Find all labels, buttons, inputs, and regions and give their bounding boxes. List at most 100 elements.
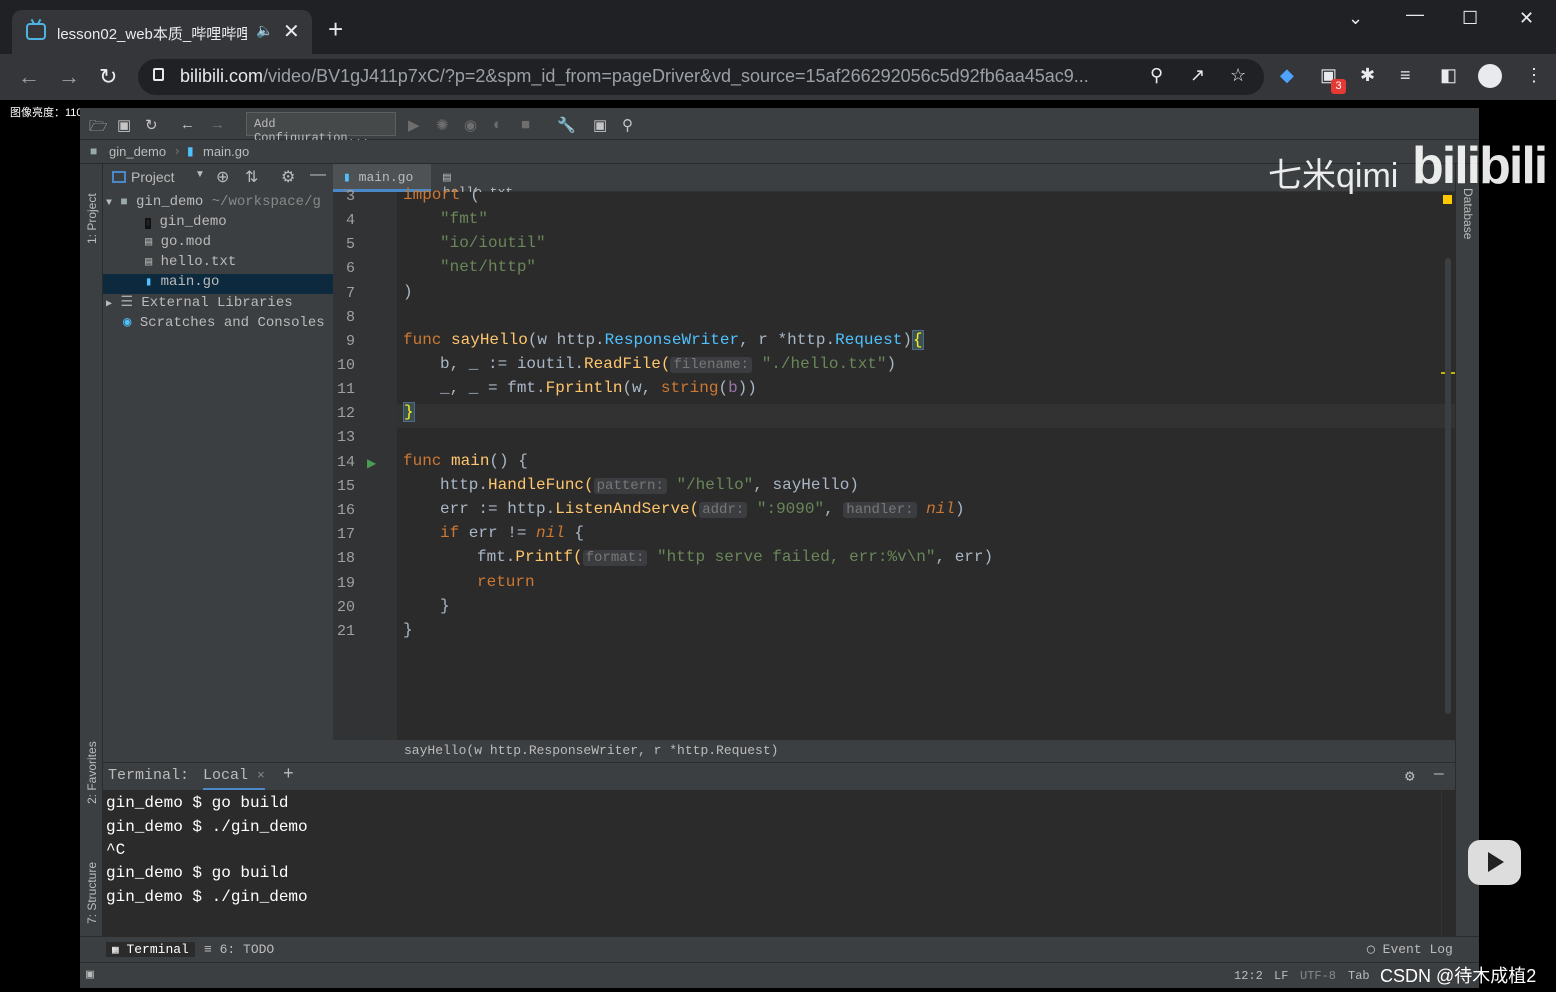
close-tab-icon[interactable]: ✕ [283, 19, 300, 44]
project-view-dropdown[interactable]: Project [131, 169, 175, 185]
inspection-status-icon[interactable] [1443, 195, 1452, 204]
line-number: 5 [345, 236, 355, 253]
back-icon[interactable]: ← [18, 64, 40, 90]
open-folder-icon[interactable]: 🗁 [89, 116, 108, 141]
collapse-all-icon[interactable]: ⇅ [245, 167, 258, 187]
go-file-icon: ▮ [343, 170, 351, 185]
add-configuration-button[interactable]: Add Configuration... [246, 112, 396, 145]
text-file-icon: ▤ [145, 235, 153, 249]
line-separator[interactable]: LF [1274, 969, 1288, 983]
gear-icon[interactable]: ⚙ [281, 167, 295, 187]
project-tool-tab[interactable]: 1: Project [85, 193, 99, 244]
stop-icon[interactable]: ■ [521, 116, 530, 133]
code-line: } [440, 597, 450, 615]
line-number: 4 [345, 212, 355, 229]
sync-icon[interactable]: ↻ [145, 116, 158, 134]
hide-panel-icon[interactable]: — [310, 166, 326, 184]
code-line: func sayHello(w http.ResponseWriter, r *… [403, 330, 924, 350]
text-file-icon: ▤ [145, 255, 153, 269]
terminal-output[interactable]: gin_demo $ go build gin_demo $ ./gin_dem… [103, 790, 1441, 936]
share-icon[interactable]: ↗ [1190, 65, 1205, 86]
terminal-tool-button[interactable]: ▦ Terminal [106, 942, 195, 957]
profile-run-icon[interactable]: ◐ [493, 116, 502, 133]
line-number: 10 [336, 357, 355, 374]
gear-icon[interactable]: ⚙ [1405, 766, 1415, 786]
code-lines[interactable]: import ( "fmt" "io/ioutil" "net/http" ) … [397, 186, 1437, 740]
save-icon[interactable]: ▣ [117, 116, 131, 134]
menu-icon[interactable]: ⋮ [1525, 65, 1543, 86]
code-line: return [477, 573, 535, 591]
breadcrumb-project[interactable]: gin_demo [109, 144, 166, 159]
media-control-icon[interactable]: ≡ [1400, 65, 1411, 86]
uploader-watermark: 七米qimi [1268, 157, 1399, 195]
tree-file[interactable]: ▤ go.mod [145, 234, 211, 254]
todo-tool-button[interactable]: ≡ 6: TODO [204, 942, 274, 957]
profile-avatar[interactable] [1478, 64, 1502, 88]
zoom-icon[interactable]: ⚲ [1150, 65, 1163, 86]
file-encoding[interactable]: UTF-8 [1300, 969, 1336, 983]
code-line: } [403, 402, 415, 422]
project-structure-icon[interactable]: ▣ [593, 116, 607, 134]
code-line: http.HandleFunc(pattern: "/hello", sayHe… [440, 476, 859, 494]
tree-file[interactable]: ▮ gin_demo [145, 214, 227, 234]
run-icon[interactable]: ▶ [408, 116, 420, 134]
root-folder-name: gin_demo [136, 194, 204, 210]
line-number: 12 [336, 405, 355, 422]
wrench-icon[interactable]: 🔧 [557, 116, 576, 134]
reload-icon[interactable]: ↻ [99, 64, 117, 90]
tree-root[interactable]: ▼ ■ gin_demo ~/workspace/g [103, 194, 321, 214]
tree-file-selected[interactable]: ▮ main.go [103, 274, 333, 294]
forward-nav-icon[interactable]: → [210, 116, 225, 133]
structure-tool-tab[interactable]: 7: Structure [85, 862, 99, 924]
puzzle-icon[interactable]: ✱ [1360, 65, 1375, 86]
line-number: 9 [345, 333, 355, 350]
code-line: func main() { [403, 452, 528, 470]
coverage-icon[interactable]: ◉ [464, 116, 477, 134]
hide-panel-icon[interactable]: — [1434, 765, 1444, 783]
editor-scrollbar[interactable] [1445, 258, 1451, 714]
favorites-tool-tab[interactable]: 2: Favorites [85, 741, 99, 804]
audio-icon[interactable]: 🔈 [256, 22, 273, 39]
bilibili-play-icon[interactable] [1468, 840, 1521, 885]
tree-external-libraries[interactable]: ▶ ☰ External Libraries [103, 294, 293, 314]
tree-scratches[interactable]: ◉ Scratches and Consoles [123, 314, 325, 334]
maximize-button[interactable]: ☐ [1462, 8, 1478, 29]
terminal-tab-local[interactable]: Local × [203, 767, 265, 791]
run-gutter-icon[interactable]: ▶ [367, 456, 376, 470]
search-icon[interactable]: ⚲ [622, 116, 633, 134]
side-panel-icon[interactable]: ◧ [1440, 65, 1457, 86]
debug-icon[interactable]: ✺ [436, 116, 449, 134]
line-number: 13 [336, 429, 355, 446]
folder-icon: ■ [120, 195, 128, 209]
tab-search-icon[interactable]: ⌄ [1348, 8, 1363, 29]
back-nav-icon[interactable]: ← [180, 116, 195, 133]
event-log-button[interactable]: ◯ Event Log [1367, 942, 1453, 957]
bookmark-star-icon[interactable]: ☆ [1230, 65, 1246, 86]
address-bar[interactable]: bilibili.com/video/BV1gJ411p7xC/?p=2&spm… [138, 59, 1264, 95]
library-icon: ☰ [120, 295, 133, 311]
new-terminal-icon[interactable]: + [283, 765, 294, 785]
tree-file[interactable]: ▤ hello.txt [145, 254, 236, 274]
url-text[interactable]: bilibili.com/video/BV1gJ411p7xC/?p=2&spm… [180, 66, 1138, 87]
chevron-down-icon[interactable]: ▼ [195, 169, 205, 180]
terminal-line: gin_demo $ ./gin_demo [106, 888, 308, 906]
new-tab-button[interactable]: + [328, 16, 343, 42]
breadcrumb-file[interactable]: main.go [203, 144, 249, 159]
indent-setting[interactable]: Tab [1348, 969, 1370, 983]
project-view-icon [112, 171, 126, 183]
forward-icon[interactable]: → [58, 64, 80, 90]
close-window-button[interactable]: ✕ [1519, 8, 1534, 29]
terminal-scrollbar[interactable] [1441, 790, 1455, 936]
list-icon: ≡ [204, 942, 212, 957]
toggle-tool-windows-icon[interactable]: ▣ [86, 967, 94, 982]
close-tab-icon[interactable]: × [257, 768, 265, 783]
screen: lesson02_web本质_哔哩哔哩 🔈 ✕ + ⌄ — ☐ ✕ ← → ↻ … [0, 0, 1556, 992]
locate-icon[interactable]: ⊕ [216, 167, 229, 187]
browser-tab[interactable]: lesson02_web本质_哔哩哔哩 🔈 ✕ [12, 10, 312, 54]
caret-position[interactable]: 12:2 [1234, 969, 1263, 983]
extension-gem-icon[interactable]: ◆ [1280, 65, 1294, 86]
line-number: 21 [336, 623, 355, 640]
project-tree: ▼ ■ gin_demo ~/workspace/g ▮ gin_demo ▤ … [103, 192, 333, 742]
minimize-button[interactable]: — [1406, 4, 1424, 25]
left-tool-strip: 1: Project 2: Favorites 7: Structure [80, 164, 103, 936]
